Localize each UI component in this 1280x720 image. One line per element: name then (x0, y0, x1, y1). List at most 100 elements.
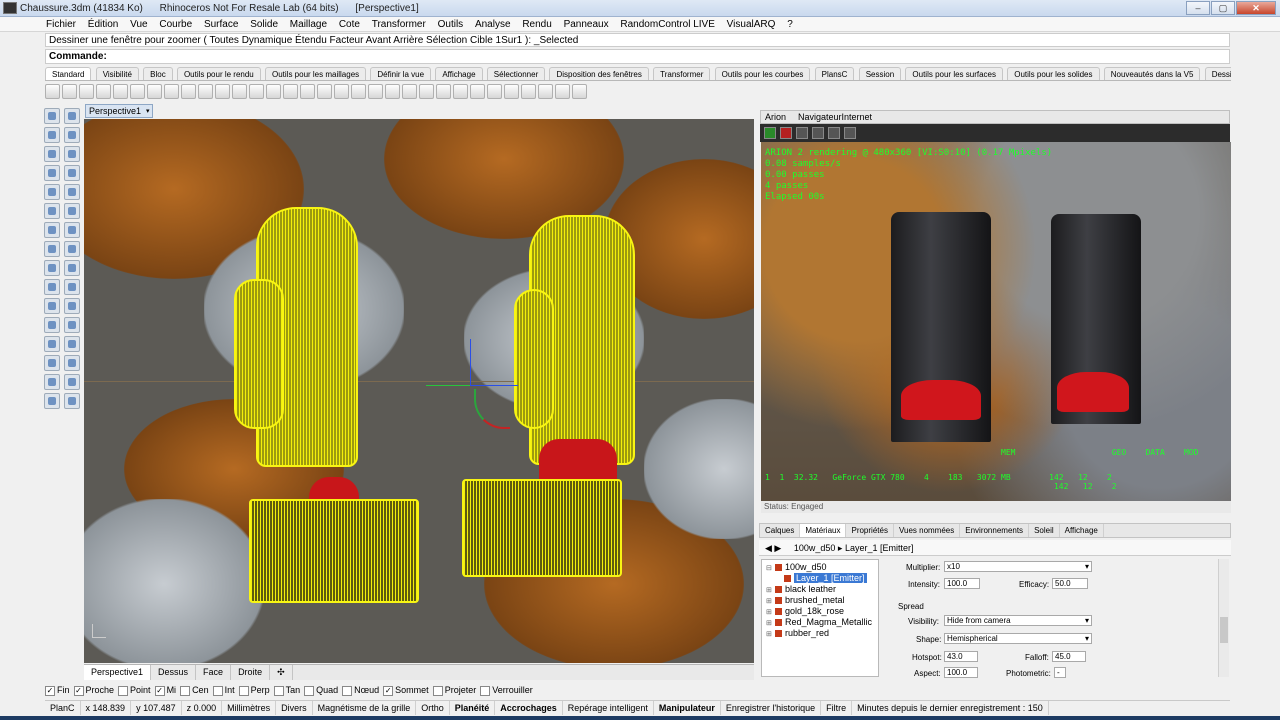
back-arrow-icon[interactable]: ◀ ▶ (765, 543, 781, 553)
menu-maillage[interactable]: Maillage (290, 17, 327, 32)
zoom-selected-icon[interactable] (283, 84, 298, 99)
properties-icon[interactable] (436, 84, 451, 99)
copy-icon[interactable] (147, 84, 162, 99)
loft-icon[interactable] (64, 241, 80, 257)
explode-icon[interactable] (64, 279, 80, 295)
shaded-sphere-icon[interactable] (487, 84, 502, 99)
tab-standard[interactable]: Standard (45, 67, 92, 80)
right-boot-sole[interactable] (462, 479, 622, 577)
boolean-icon[interactable] (44, 260, 60, 276)
status-cplane[interactable]: PlanC (45, 701, 81, 715)
group-icon[interactable] (44, 374, 60, 390)
tree-item[interactable]: Layer_1 [Emitter] (762, 573, 878, 584)
menu-rendu[interactable]: Rendu (522, 17, 551, 32)
arion-render-view[interactable]: ARION 2 rendering @ 480x360 [VI:S0:10] (… (761, 142, 1231, 501)
print-icon[interactable] (96, 84, 111, 99)
curve-icon[interactable] (64, 127, 80, 143)
status-units[interactable]: Millimètres (222, 701, 277, 715)
tab-solides[interactable]: Outils pour les solides (1007, 67, 1100, 80)
status-smarttrack[interactable]: Repérage intelligent (563, 701, 654, 715)
tab-soleil[interactable]: Soleil (1029, 524, 1060, 537)
tab-rendu[interactable]: Outils pour le rendu (176, 67, 261, 80)
new-file-icon[interactable] (45, 84, 60, 99)
tab-visibilite[interactable]: Visibilité (95, 67, 139, 80)
osnap-verrouiller[interactable]: Verrouiller (480, 683, 533, 698)
osnap-cen[interactable]: Cen (180, 683, 209, 698)
gumball-z-axis[interactable] (470, 339, 471, 385)
falloff-field[interactable]: 45.0 (1052, 651, 1086, 662)
perspective-viewport[interactable] (84, 119, 754, 663)
tab-affichage[interactable]: Affichage (435, 67, 483, 80)
layers-icon[interactable] (402, 84, 417, 99)
status-record-history[interactable]: Enregistrer l'historique (721, 701, 822, 715)
tab-vues-nommees[interactable]: Vues nommées (894, 524, 961, 537)
freeform-icon[interactable] (64, 184, 80, 200)
gumball-y-axis[interactable] (426, 385, 470, 386)
command-input[interactable] (113, 51, 1164, 62)
cut-icon[interactable] (130, 84, 145, 99)
tree-item[interactable]: ⊞ rubber_red (762, 628, 878, 639)
box-icon[interactable] (44, 203, 60, 219)
material-sphere-icon[interactable] (453, 84, 468, 99)
minimize-button[interactable]: – (1186, 1, 1210, 15)
osnap-sommet[interactable]: ✓ Sommet (383, 683, 429, 698)
import-icon[interactable] (113, 84, 128, 99)
viewport-title[interactable]: Perspective1 (85, 104, 153, 118)
copy-object-icon[interactable] (64, 317, 80, 333)
osnap-fin[interactable]: ✓ Fin (45, 683, 70, 698)
four-views-icon[interactable] (317, 84, 332, 99)
osnap-quad[interactable]: Quad (304, 683, 338, 698)
fillet-icon[interactable] (64, 260, 80, 276)
multiplier-select[interactable]: x10 (944, 561, 1092, 572)
close-button[interactable]: ✕ (1236, 1, 1276, 15)
zoom-window-icon[interactable] (249, 84, 264, 99)
tab-affichage-panel[interactable]: Affichage (1060, 524, 1104, 537)
status-filter[interactable]: Filtre (821, 701, 853, 715)
analyze-icon[interactable] (64, 393, 80, 409)
osnap-int[interactable]: Int (212, 683, 235, 698)
tree-item[interactable]: ⊟ 100w_d50 (762, 562, 878, 573)
tree-item[interactable]: ⊞ brushed_metal (762, 595, 878, 606)
breadcrumb-leaf[interactable]: Layer_1 [Emitter] (845, 543, 914, 553)
tab-transformer[interactable]: Transformer (653, 67, 711, 80)
pan-hand-icon[interactable] (198, 84, 213, 99)
hotspot-field[interactable]: 43.0 (944, 651, 978, 662)
osnap-noeud[interactable]: Nœud (342, 683, 379, 698)
tab-session[interactable]: Session (858, 67, 902, 80)
rhino-app-icon[interactable] (3, 2, 17, 14)
menu-analyse[interactable]: Analyse (475, 17, 511, 32)
shape-select[interactable]: Hemispherical (944, 633, 1092, 644)
menu-transformer[interactable]: Transformer (372, 17, 426, 32)
zoom-extents-icon[interactable] (266, 84, 281, 99)
tab-surfaces[interactable]: Outils pour les surfaces (905, 67, 1003, 80)
menu-outils[interactable]: Outils (438, 17, 464, 32)
split-icon[interactable] (64, 298, 80, 314)
render-sphere-icon[interactable] (470, 84, 485, 99)
efficacy-field[interactable]: 50.0 (1052, 578, 1088, 589)
osnap-tan[interactable]: Tan (273, 683, 300, 698)
scale-icon[interactable] (64, 336, 80, 352)
circle-icon[interactable] (44, 146, 60, 162)
gumball-x-axis[interactable] (470, 385, 518, 386)
menu-cote[interactable]: Cote (339, 17, 360, 32)
tab-definir-vue[interactable]: Définir la vue (370, 67, 432, 80)
breadcrumb-root[interactable]: 100w_d50 (794, 543, 836, 553)
scrollbar-thumb[interactable] (1220, 617, 1228, 643)
viewport-tab-dessus[interactable]: Dessus (151, 665, 197, 680)
tab-bloc[interactable]: Bloc (143, 67, 173, 80)
paste-icon[interactable] (164, 84, 179, 99)
play-icon[interactable] (764, 127, 776, 139)
help-icon[interactable] (572, 84, 587, 99)
menu-visualarq[interactable]: VisualARQ (727, 17, 776, 32)
menu-panneaux[interactable]: Panneaux (564, 17, 609, 32)
rotate-icon[interactable] (44, 336, 60, 352)
tab-proprietes[interactable]: Propriétés (846, 524, 894, 537)
gumball-rotation-arc[interactable] (474, 389, 510, 429)
save-image-icon[interactable] (844, 127, 856, 139)
lock-icon[interactable] (385, 84, 400, 99)
trim-icon[interactable] (44, 298, 60, 314)
osnap-perp[interactable]: Perp (238, 683, 270, 698)
aspect-field[interactable]: 100.0 (944, 667, 978, 678)
status-ortho[interactable]: Ortho (416, 701, 450, 715)
viewport-tab-face[interactable]: Face (196, 665, 232, 680)
